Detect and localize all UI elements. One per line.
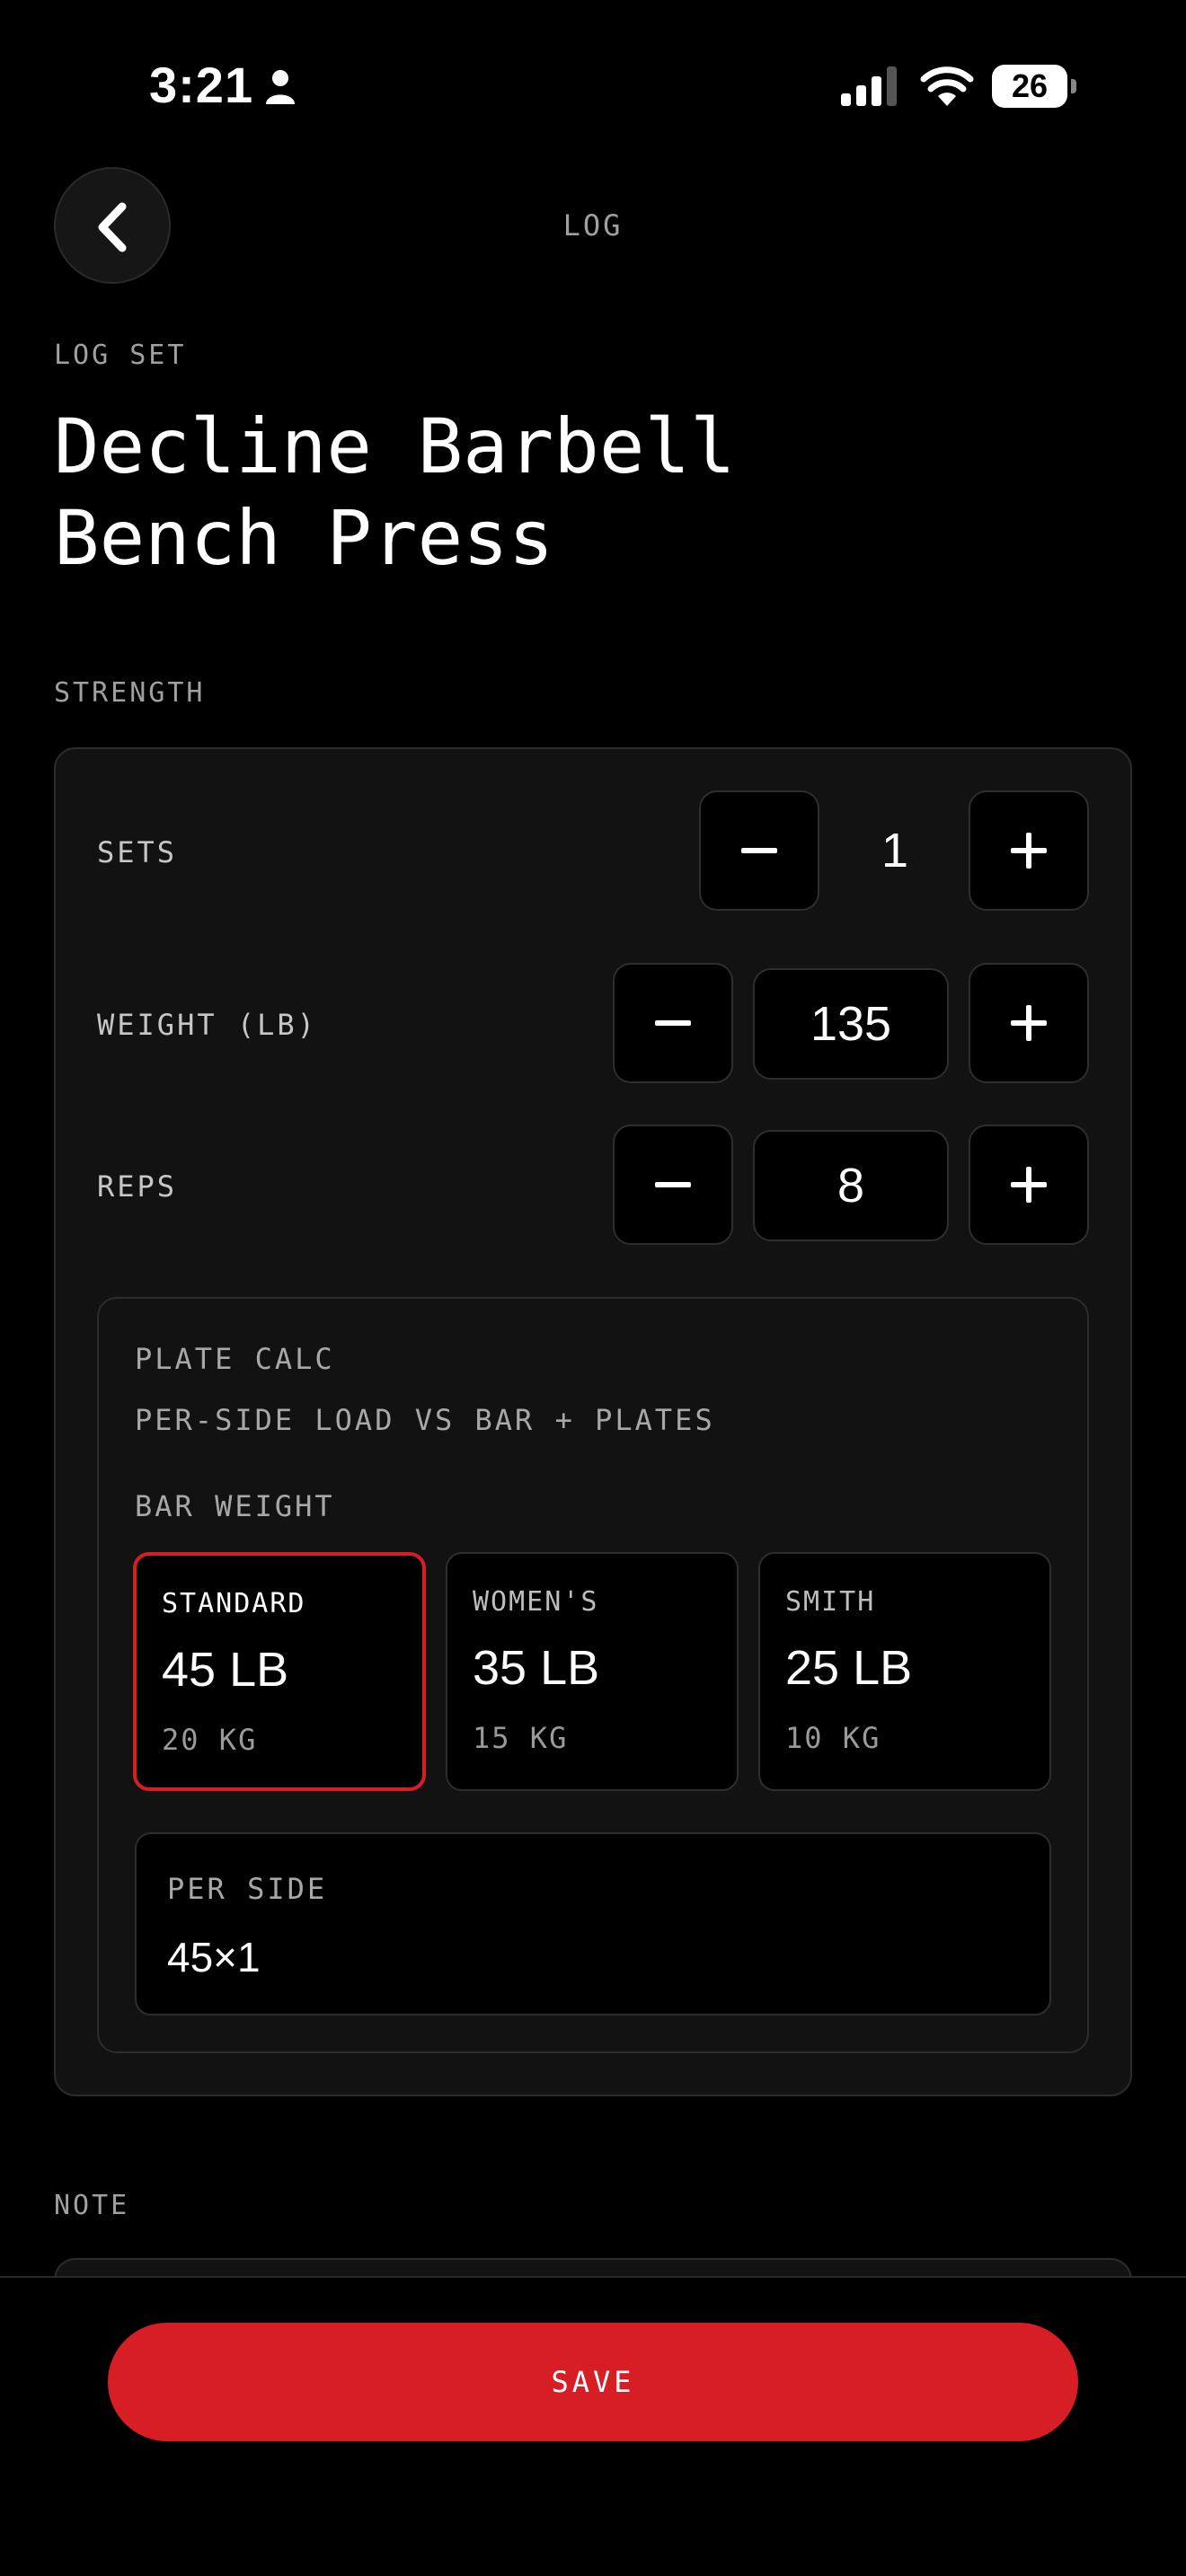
bar-option-name: SMITH xyxy=(785,1586,876,1618)
status-time: 3:21 xyxy=(149,57,254,113)
per-side-label: PER SIDE xyxy=(167,1872,328,1906)
reps-decrement-button[interactable] xyxy=(613,1125,733,1245)
weight-increment-button[interactable] xyxy=(969,963,1089,1083)
save-button[interactable]: SAVE xyxy=(108,2323,1078,2441)
log-set-label: LOG SET xyxy=(54,340,187,371)
sets-label: SETS xyxy=(97,835,178,869)
exercise-title-line1: Decline Barbell xyxy=(54,402,736,490)
reps-label: REPS xyxy=(97,1169,178,1204)
minus-icon xyxy=(655,1182,691,1187)
weight-input[interactable]: 135 xyxy=(753,968,949,1080)
wifi-icon xyxy=(920,65,974,106)
reps-increment-button[interactable] xyxy=(969,1125,1089,1245)
plus-icon xyxy=(1011,1005,1047,1041)
bar-option-kg: 15 KG xyxy=(473,1721,569,1755)
per-side-value: 45×1 xyxy=(167,1934,261,1981)
sets-value[interactable]: 1 xyxy=(841,790,949,911)
section-strength-label: STRENGTH xyxy=(54,677,206,709)
page-title: LOG xyxy=(562,208,624,243)
exercise-title-line2: Bench Press xyxy=(54,494,554,582)
weight-decrement-button[interactable] xyxy=(613,963,733,1083)
plate-calc-title: PLATE CALC xyxy=(135,1342,335,1376)
reps-input[interactable]: 8 xyxy=(753,1130,949,1241)
bar-option-smith[interactable]: SMITH 25 LB 10 KG xyxy=(758,1552,1051,1791)
bar-option-kg: 10 KG xyxy=(785,1721,881,1755)
person-icon xyxy=(264,68,296,104)
plus-icon xyxy=(1011,833,1047,869)
exercise-title: Decline Barbell Bench Press xyxy=(54,401,952,584)
bar-option-lb: 45 LB xyxy=(162,1643,289,1697)
bar-option-name: WOMEN'S xyxy=(473,1586,599,1618)
weight-label: WEIGHT (LB) xyxy=(97,1008,317,1042)
bar-option-womens[interactable]: WOMEN'S 35 LB 15 KG xyxy=(446,1552,739,1791)
section-note-label: NOTE xyxy=(54,2190,130,2221)
bar-option-standard[interactable]: STANDARD 45 LB 20 KG xyxy=(133,1552,426,1791)
battery-level: 26 xyxy=(1011,67,1049,104)
per-side-box: PER SIDE 45×1 xyxy=(135,1832,1051,2016)
bar-option-lb: 25 LB xyxy=(785,1641,913,1695)
bar-option-kg: 20 KG xyxy=(162,1723,258,1757)
minus-icon xyxy=(741,848,777,853)
signal-icon xyxy=(841,66,900,106)
plus-icon xyxy=(1011,1167,1047,1203)
bar-weight-label: BAR WEIGHT xyxy=(135,1489,335,1523)
minus-icon xyxy=(655,1020,691,1026)
bar-option-name: STANDARD xyxy=(162,1588,306,1619)
sets-increment-button[interactable] xyxy=(969,790,1089,911)
sets-decrement-button[interactable] xyxy=(699,790,819,911)
bar-option-lb: 35 LB xyxy=(473,1641,600,1695)
battery-icon: 26 xyxy=(992,65,1076,110)
plate-calc-subtitle: PER-SIDE LOAD VS BAR + PLATES xyxy=(135,1403,715,1437)
